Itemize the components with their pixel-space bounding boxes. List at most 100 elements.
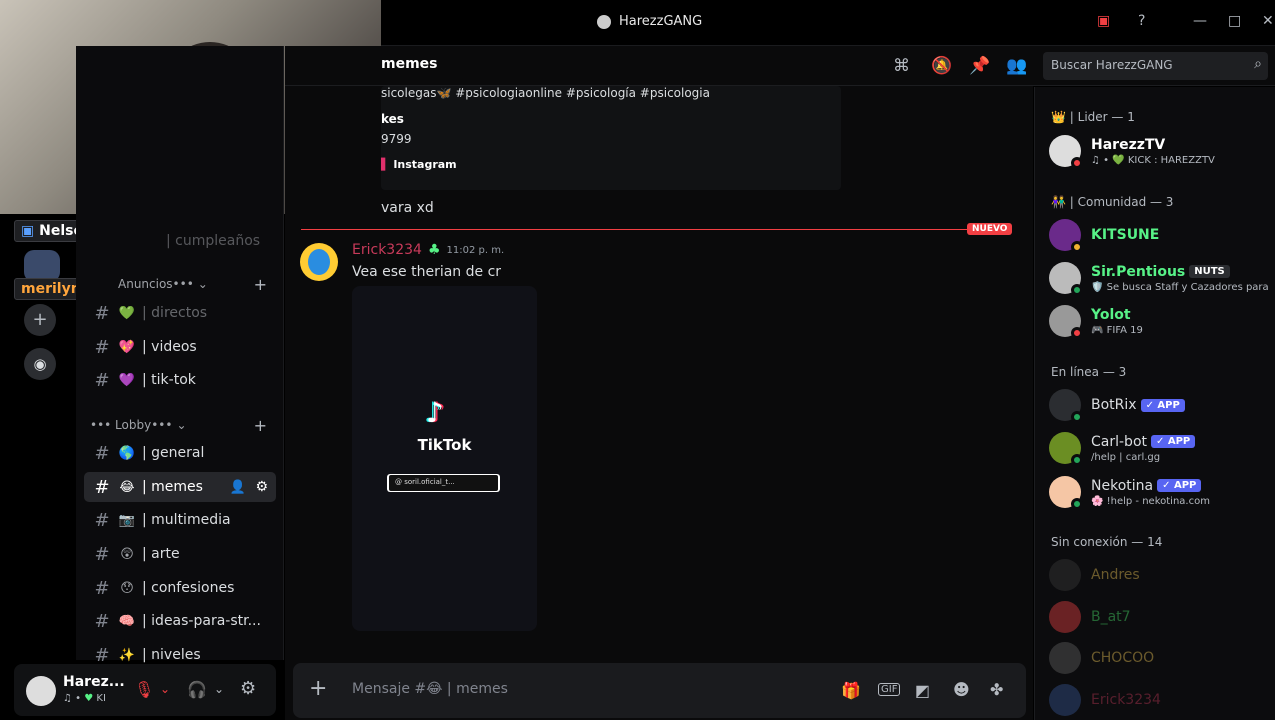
member-harezztv[interactable]: HarezzTV ♫ • 💚 KICK : HAREZZTV xyxy=(1049,135,1215,169)
avatar[interactable] xyxy=(300,243,338,281)
channel-arte[interactable]: # 😲 | arte xyxy=(84,539,276,569)
avatar[interactable] xyxy=(26,676,56,706)
new-messages-divider xyxy=(301,229,971,230)
channel-multimedia[interactable]: # 📷 | multimedia xyxy=(84,505,276,535)
avatar xyxy=(1049,219,1083,253)
channel-tik-tok[interactable]: # 💜 | tik-tok xyxy=(84,365,276,395)
member-kitsune[interactable]: KITSUNE xyxy=(1049,219,1159,253)
hash-icon: # xyxy=(94,442,110,464)
hash-icon: # xyxy=(94,577,110,599)
chevron-down-icon: ⌄ xyxy=(197,277,208,291)
chat-header: memes ⌘ 🔕 📌 👥 Buscar HarezzGANG ⌕ xyxy=(285,46,1275,86)
channel-title: memes xyxy=(381,56,438,72)
hash-icon: # xyxy=(94,336,110,358)
category-anuncios[interactable]: Anuncios••• ⌄ xyxy=(118,277,208,291)
member-erick3234[interactable]: Erick3234 xyxy=(1049,684,1161,716)
embed-description: sicolegas🦋 #psicologiaonline #psicología… xyxy=(381,86,710,100)
embed-likes-count: 9799 xyxy=(381,132,412,146)
avatar xyxy=(1049,432,1083,466)
chevron-down-icon[interactable]: ⌄ xyxy=(160,682,170,696)
search-icon: ⌕ xyxy=(1254,56,1262,72)
channel-ideas[interactable]: # 🧠 | ideas-para-str... xyxy=(84,606,276,636)
video-embed[interactable]: ♪ TikTok @ soril.oficial_t... xyxy=(352,286,537,631)
member-carl-bot[interactable]: Carl-bot ✓ APP/help | carl.gg xyxy=(1049,432,1196,466)
hash-icon: # xyxy=(94,369,110,391)
category-lobby[interactable]: ••• Lobby••• ⌄ xyxy=(90,418,187,432)
tiktok-icon: ♪ xyxy=(426,396,444,429)
role-icon: ♣ xyxy=(427,242,441,258)
section-online: En línea — 3 xyxy=(1051,365,1127,379)
chevron-down-icon[interactable]: ⌄ xyxy=(214,682,224,696)
headphones-icon[interactable]: 🎧 xyxy=(187,680,207,699)
author-name[interactable]: Erick3234 xyxy=(352,242,422,258)
discover-icon[interactable]: ◉ xyxy=(24,348,56,380)
user-name: Harez... xyxy=(63,674,125,690)
server-icon xyxy=(597,14,611,29)
apps-icon[interactable]: ✤ xyxy=(990,680,1003,699)
section-offline: Sin conexión — 14 xyxy=(1051,535,1163,549)
embed-likes-label: kes xyxy=(381,112,404,126)
member-sir-pentious[interactable]: Sir.Pentious NUTS 🛡️ Se busca Staff y Caza… xyxy=(1049,262,1269,296)
invite-icon[interactable]: 👤 xyxy=(230,480,246,495)
minimize-button[interactable]: — xyxy=(1193,13,1207,29)
add-attachment-icon[interactable]: + xyxy=(309,676,327,701)
new-badge: NUEVO xyxy=(967,223,1013,235)
message-header: Erick3234 ♣ 11:02 p. m. xyxy=(352,242,504,258)
add-server-icon[interactable]: + xyxy=(24,304,56,336)
sticker-icon[interactable]: ◩ xyxy=(915,681,930,700)
member-b-at7[interactable]: B_at7 xyxy=(1049,601,1131,633)
avatar xyxy=(1049,262,1083,296)
tiktok-search-bar: @ soril.oficial_t... xyxy=(387,474,500,492)
channel-directos[interactable]: # 💚 | directos xyxy=(84,298,276,328)
previous-message-text: vara xd xyxy=(381,200,434,216)
hash-icon: # xyxy=(94,509,110,531)
avatar xyxy=(1049,389,1083,423)
user-panel: Harez... ♫ • ♥ KI 🎙 ⌄ 🎧 ⌄ ⚙ xyxy=(14,664,276,716)
embed-source[interactable]: ▌ Instagram xyxy=(381,158,457,171)
tiktok-label: TikTok xyxy=(417,436,472,454)
emoji-icon[interactable]: ☻ xyxy=(953,680,970,699)
avatar xyxy=(1049,135,1083,169)
instagram-icon: ▌ xyxy=(381,158,390,171)
notifications-muted-icon[interactable]: 🔕 xyxy=(931,56,952,76)
channel-general[interactable]: # 🌎 | general xyxy=(84,438,276,468)
member-chocoo[interactable]: CHOCOO xyxy=(1049,642,1154,674)
hash-icon: # xyxy=(94,543,110,565)
message-composer[interactable]: + Mensaje #😂 | memes 🎁 GIF ◩ ☻ ✤ xyxy=(293,663,1026,718)
channel-memes[interactable]: # 😂 | memes 👤 ⚙ xyxy=(84,472,276,502)
hash-icon: # xyxy=(94,302,110,324)
add-channel-icon[interactable]: + xyxy=(254,416,267,435)
add-channel-icon[interactable]: + xyxy=(254,275,267,294)
window-title: HarezzGANG xyxy=(597,14,702,29)
chevron-down-icon: ⌄ xyxy=(176,418,187,432)
channel-cumpleanos[interactable]: | cumpleaños xyxy=(84,226,276,256)
pin-icon[interactable]: 📌 xyxy=(969,56,990,76)
section-lider: 👑 | Lider — 1 xyxy=(1051,110,1135,124)
embed-card xyxy=(381,86,841,190)
search-input[interactable]: Buscar HarezzGANG ⌕ xyxy=(1043,52,1268,80)
inbox-icon[interactable]: ▣ xyxy=(1097,13,1110,29)
close-button[interactable]: ✕ xyxy=(1262,13,1274,29)
avatar xyxy=(1049,642,1081,674)
gift-icon[interactable]: 🎁 xyxy=(841,681,861,700)
members-icon[interactable]: 👥 xyxy=(1006,56,1027,76)
maximize-button[interactable]: □ xyxy=(1228,13,1241,29)
channel-videos[interactable]: # 💖 | videos xyxy=(84,332,276,362)
gear-icon[interactable]: ⚙ xyxy=(255,479,268,495)
member-andres[interactable]: Andres xyxy=(1049,559,1140,591)
member-nekotina[interactable]: Nekotina ✓ APP 🌸 !help - nekotina.com xyxy=(1049,476,1210,510)
member-yolot[interactable]: Yolot 🎮 FIFA 19 xyxy=(1049,305,1143,339)
member-botrix[interactable]: BotRix ✓ APP xyxy=(1049,389,1185,423)
mic-muted-icon[interactable]: 🎙 xyxy=(134,680,154,699)
gif-icon[interactable]: GIF xyxy=(878,683,901,696)
help-icon[interactable]: ? xyxy=(1138,13,1145,29)
avatar xyxy=(1049,476,1083,510)
timestamp: 11:02 p. m. xyxy=(446,244,505,256)
message-text: Vea ese therian de cr xyxy=(352,264,502,280)
channel-confesiones[interactable]: # 😯 | confesiones xyxy=(84,573,276,603)
avatar xyxy=(1049,305,1083,339)
section-comunidad: 👫 | Comunidad — 3 xyxy=(1051,195,1174,209)
threads-icon[interactable]: ⌘ xyxy=(893,56,910,76)
gear-icon[interactable]: ⚙ xyxy=(240,678,256,699)
avatar xyxy=(1049,601,1081,633)
